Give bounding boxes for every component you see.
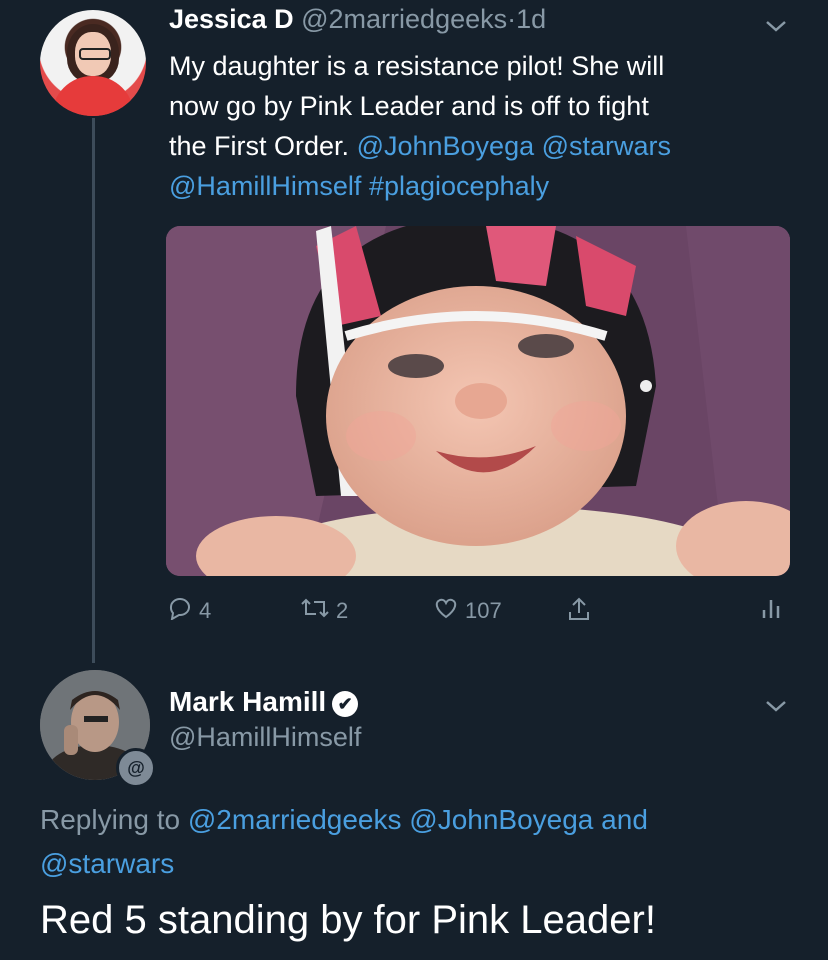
tweet1-text-line: now go by Pink Leader and is off to figh… bbox=[169, 91, 649, 121]
chevron-down-icon[interactable] bbox=[764, 14, 788, 40]
share-button[interactable] bbox=[566, 596, 592, 628]
mention-link-johnboyega[interactable]: @JohnBoyega bbox=[357, 131, 535, 161]
tweet1-handle[interactable]: @2marriedgeeks bbox=[301, 4, 507, 34]
replying-and[interactable]: and bbox=[601, 804, 648, 835]
tweet1-time[interactable]: 1d bbox=[516, 4, 546, 34]
tweet1-separator: · bbox=[507, 4, 517, 34]
tweet-photo-baby-helmet[interactable] bbox=[166, 226, 790, 576]
tweet2-author: Mark Hamill ✔ bbox=[169, 686, 359, 718]
tweet1-text-line: My daughter is a resistance pilot! She w… bbox=[169, 51, 665, 81]
replying-prefix: Replying to bbox=[40, 804, 181, 835]
retweet-count: 2 bbox=[336, 598, 349, 623]
mention-link-hamill[interactable]: @HamillHimself bbox=[169, 171, 361, 201]
hashtag-link[interactable]: #plagiocephaly bbox=[369, 171, 549, 201]
avatar-jessica[interactable] bbox=[40, 10, 146, 116]
retweet-button[interactable]: 2 bbox=[300, 596, 348, 626]
tweet2-text: Red 5 standing by for Pink Leader! bbox=[40, 898, 656, 942]
tweet1-actions: 4 2 107 bbox=[0, 596, 828, 626]
tweet1-text-line: @HamillHimself #plagiocephaly bbox=[169, 166, 789, 206]
like-button[interactable]: 107 bbox=[433, 596, 502, 626]
analytics-icon bbox=[760, 596, 782, 626]
like-icon bbox=[433, 596, 459, 626]
thread-connector-line bbox=[92, 118, 95, 663]
replying-mentions-link[interactable]: @2marriedgeeks @JohnBoyega bbox=[188, 804, 594, 835]
reply-count: 4 bbox=[199, 598, 212, 623]
reply-button[interactable]: 4 bbox=[167, 596, 211, 626]
at-badge-icon: @ bbox=[116, 748, 156, 788]
mention-link-starwars[interactable]: @starwars bbox=[542, 131, 671, 161]
analytics-button[interactable] bbox=[760, 596, 782, 626]
tweet2-handle[interactable]: @HamillHimself bbox=[169, 722, 361, 753]
chevron-down-icon[interactable] bbox=[764, 694, 788, 720]
tweet2-author-name[interactable]: Mark Hamill bbox=[169, 686, 326, 717]
replying-to-line: Replying to @2marriedgeeks @JohnBoyega a… bbox=[40, 798, 800, 886]
share-icon bbox=[566, 596, 592, 628]
verified-icon: ✔ bbox=[332, 690, 359, 717]
tweet1-author-name[interactable]: Jessica D bbox=[169, 4, 294, 34]
replying-starwars-link[interactable]: @starwars bbox=[40, 848, 174, 879]
tweet1-text: My daughter is a resistance pilot! She w… bbox=[169, 46, 789, 206]
tweet1-text-line: the First Order. @JohnBoyega @starwars bbox=[169, 126, 789, 166]
tweet1-text-segment: the First Order. bbox=[169, 131, 350, 161]
tweet1-header: Jessica D @2marriedgeeks·1d bbox=[169, 4, 546, 35]
retweet-icon bbox=[300, 596, 330, 626]
like-count: 107 bbox=[465, 598, 502, 623]
reply-icon bbox=[167, 596, 193, 626]
